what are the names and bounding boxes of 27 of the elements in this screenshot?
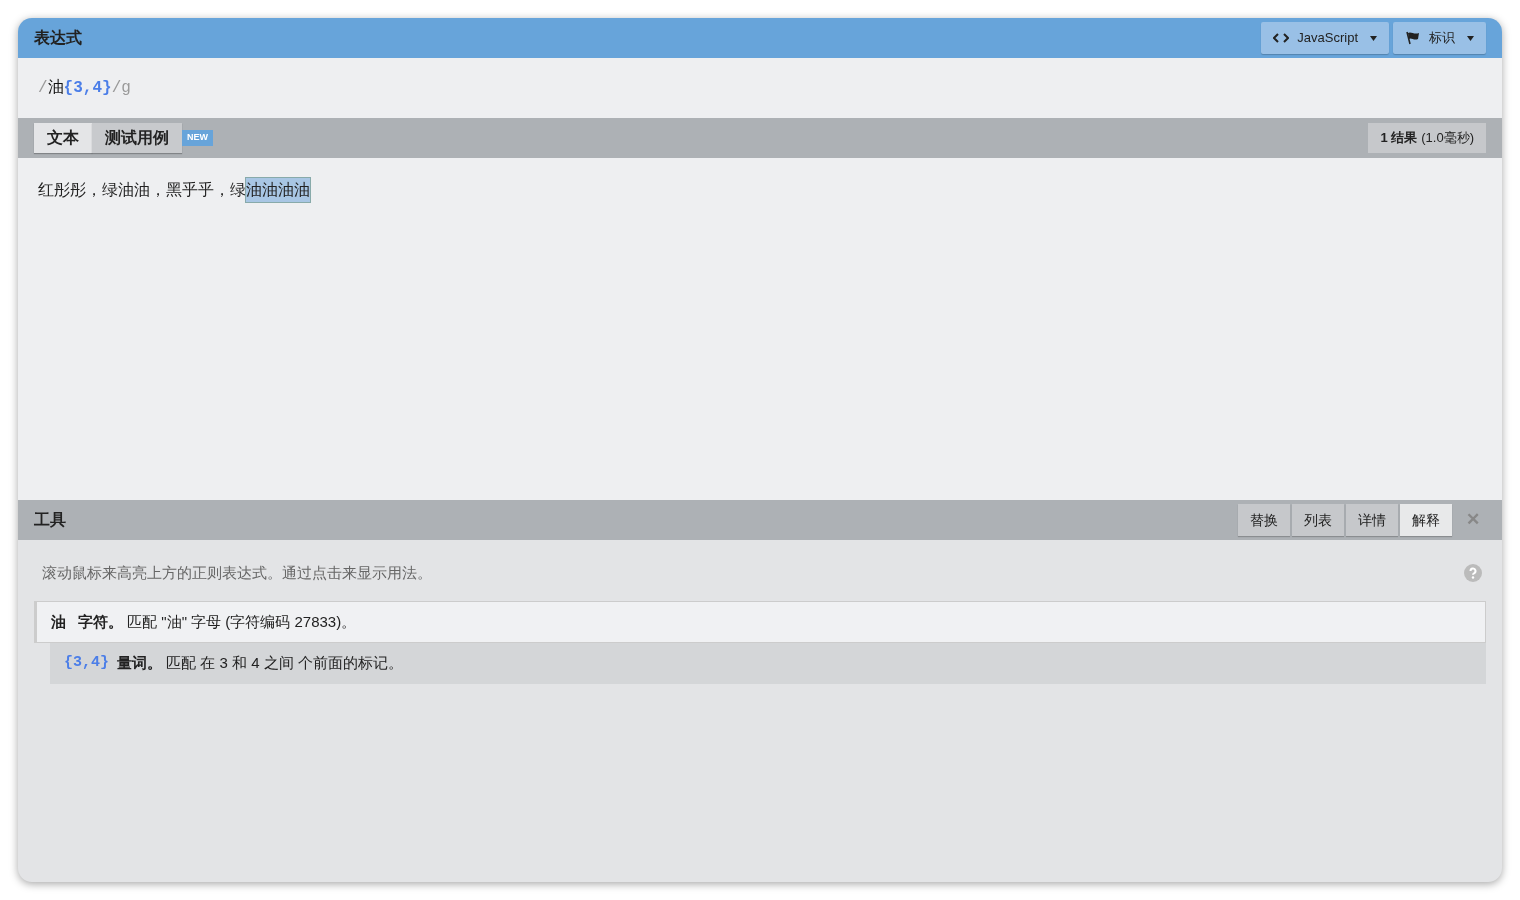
panel-title: 工具: [34, 510, 66, 530]
text-tab[interactable]: 文本: [34, 123, 92, 153]
tool-tab[interactable]: 解释: [1400, 504, 1452, 536]
panel-title: 表达式: [34, 28, 82, 48]
result-time: (1.0毫秒): [1421, 129, 1474, 148]
caret-icon: [1370, 35, 1377, 41]
token-text: 油: [51, 611, 66, 632]
code-icon: [1273, 33, 1290, 43]
language-button[interactable]: JavaScript: [1261, 22, 1389, 54]
caret-icon: [1467, 35, 1474, 41]
help-icon[interactable]: [1464, 564, 1482, 583]
new-badge: NEW: [182, 130, 213, 146]
explanation-text: 字符。 匹配 "油" 字母 (字符编码 27833)。: [78, 611, 357, 632]
text-tab[interactable]: 测试用例: [92, 123, 182, 153]
tool-tab[interactable]: 详情: [1346, 504, 1398, 536]
hint-text: 滚动鼠标来高亮上方的正则表达式。通过点击来显示用法。: [41, 563, 432, 583]
test-text[interactable]: 红彤彤，绿油油，黑乎乎，绿油油油油: [38, 178, 310, 202]
explanation-text: 量词。 匹配 在 3 和 4 之间 个前面的标记。: [117, 653, 403, 673]
explanation-row[interactable]: {3,4} 量词。 匹配 在 3 和 4 之间 个前面的标记。: [50, 643, 1486, 684]
result-count: 1 结果: [1380, 129, 1418, 148]
explanation-row[interactable]: 油 字符。 匹配 "油" 字母 (字符编码 27833)。: [34, 600, 1486, 643]
tool-tab[interactable]: 列表: [1292, 504, 1344, 536]
expression-field[interactable]: /油{3,4}/g: [38, 76, 131, 100]
tool-tab[interactable]: 替换: [1238, 504, 1290, 536]
flag-icon: [1405, 31, 1421, 45]
token-text: {3,4}: [64, 653, 109, 673]
flags-button[interactable]: 标识: [1393, 22, 1486, 54]
